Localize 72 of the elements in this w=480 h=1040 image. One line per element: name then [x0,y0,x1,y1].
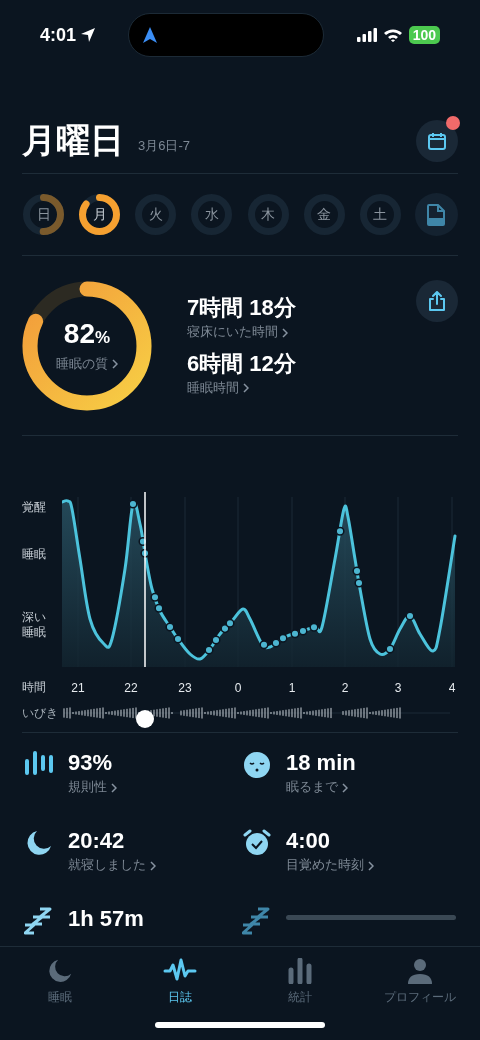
zzz-icon [242,907,272,935]
location-icon [80,27,97,43]
day-ring [22,193,65,236]
day-button[interactable]: 火 [134,193,178,236]
stat-value: 18 min [286,749,357,777]
day-button[interactable]: 月 [78,193,122,236]
x-axis-label: 4 [448,680,456,697]
bar-chart-icon [23,751,55,777]
moon-icon [25,829,53,857]
chevron-icon [368,860,374,871]
day-button[interactable]: 木 [246,193,290,236]
signal-icon [356,28,377,42]
x-axis-label: 23 [178,680,192,697]
chevron-icon [111,782,117,793]
duration-value: 6時間 12分 [187,349,296,378]
timeline-handle[interactable] [136,710,154,728]
status-time: 4:01 [40,23,77,47]
snore-label: いびき [22,705,59,721]
y-axis-label: 深い睡眠 [22,610,47,640]
x-axis-label: 3 [394,680,402,697]
alarm-clock-icon [243,829,271,857]
page-title: 月曜日 [22,119,124,160]
stat-link[interactable]: 目覚めた時刻 [286,855,458,875]
x-axis-label: 21 [71,680,85,697]
stat-link[interactable]: 眠るまで [286,777,458,797]
person-icon [407,958,433,984]
share-button[interactable] [416,280,458,322]
x-axis-title: 時間 [22,679,47,696]
tab[interactable]: 睡眠 [0,947,120,1040]
x-axis-label: 1 [288,680,296,697]
stat-link[interactable]: 就寝しました [68,855,240,875]
calendar-icon [427,130,447,151]
y-axis-label: 覚醒 [22,500,47,515]
duration-value: 7時間 18分 [187,294,296,322]
chevron-icon [282,327,288,338]
bar-chart-icon [287,958,313,984]
tab[interactable]: プロフィール [360,947,480,1040]
document-icon [427,203,446,226]
quality-score: 82% [63,317,111,351]
y-axis-label: 睡眠 [22,547,47,562]
day-ring [78,193,122,236]
x-axis-label: 2 [341,680,349,697]
share-icon [428,291,446,311]
x-axis-label: 0 [234,680,242,697]
calendar-button[interactable] [416,119,458,162]
day-button[interactable]: 日 [22,193,65,236]
report-button[interactable] [415,193,458,236]
quality-link[interactable]: 睡眠の質 [56,353,118,374]
day-button[interactable]: 土 [358,193,402,236]
duration-link[interactable]: 寝床にいた時間 [187,322,296,342]
chevron-icon [112,359,118,370]
wifi-icon [382,28,403,42]
chevron-icon [342,782,348,793]
stat-link[interactable]: 規則性 [68,777,240,797]
stat-value: 93% [68,749,114,777]
date-range: 3月6日-7 [138,137,191,155]
stat-value: 20:42 [68,827,126,855]
chevron-icon [243,383,249,394]
battery-level: 100 [408,26,440,44]
zzz-icon [24,907,54,935]
tab[interactable]: 統計 [240,947,360,1040]
moon-icon [47,958,73,984]
chevron-icon [150,860,156,871]
duration-link[interactable]: 睡眠時間 [187,377,296,397]
day-button[interactable]: 水 [190,193,234,236]
stat-value: 1h 57m [68,905,145,933]
stat-value: 4:00 [286,827,332,855]
day-button[interactable]: 金 [302,193,346,236]
sleeping-face-icon [243,751,271,779]
x-axis-label: 22 [124,680,138,697]
navigation-arrow-icon [143,27,158,43]
tab[interactable]: 日誌 [120,947,240,1040]
